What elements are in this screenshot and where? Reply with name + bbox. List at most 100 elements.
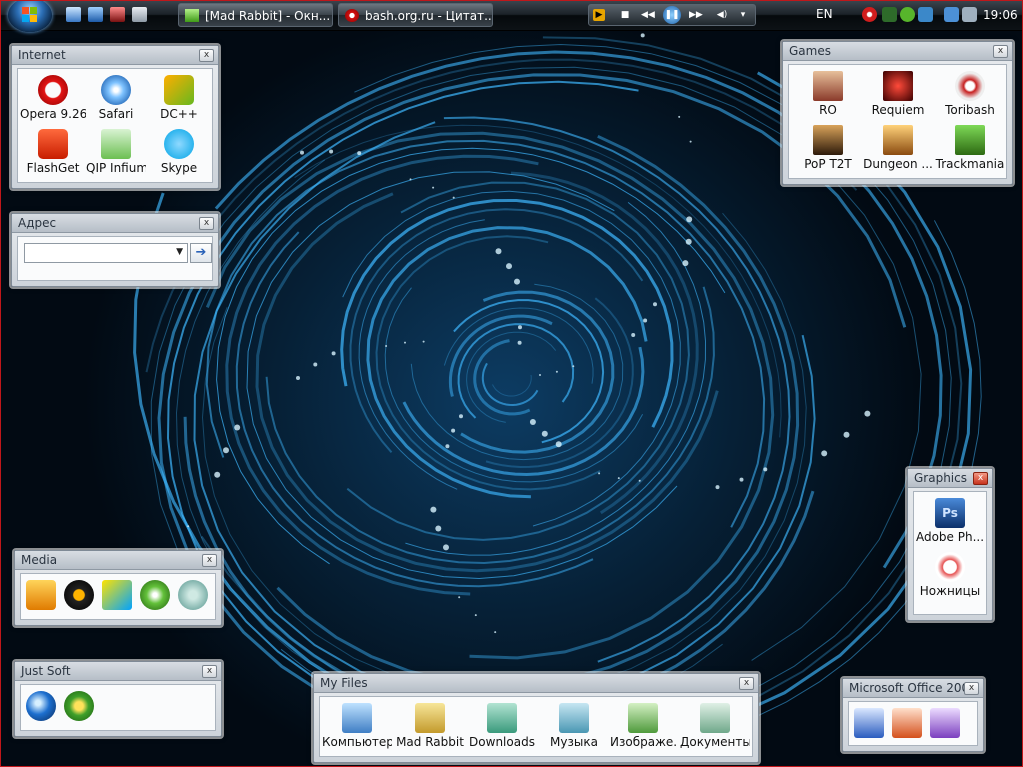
launcher-toribash[interactable]: Toribash [933,71,1007,117]
address-input[interactable]: ▼ [24,243,188,263]
launcher-qip[interactable]: QIP Infium [86,129,146,175]
dock-content [20,573,216,620]
dock-title[interactable]: My Files [314,674,758,693]
recycle-bin-icon[interactable] [132,7,147,22]
launcher-trackmania[interactable]: Trackmania [933,125,1007,171]
launcher-computer[interactable]: Компьютер [322,703,392,749]
close-button[interactable]: x [199,217,214,230]
launcher-dcpp[interactable]: DC++ [148,75,210,121]
launcher-requiem[interactable]: Requiem [863,71,933,117]
pause-icon[interactable]: ❚❚ [663,6,681,24]
launcher-dungeon[interactable]: Dungeon ... [863,125,933,171]
dock-just-soft: Just Soft x [14,661,222,737]
dock-title[interactable]: Just Soft [15,662,221,681]
close-button[interactable]: x [202,554,217,567]
dock-title[interactable]: Адрес [12,214,218,233]
swirl-sparkle [517,340,522,345]
music-folder-icon [559,703,589,733]
swirl-sparkle [445,444,450,449]
go-button[interactable]: ➔ [190,243,212,263]
launcher-flashget[interactable]: FlashGet [20,129,86,175]
close-button[interactable]: x [993,45,1008,58]
swirl-stroke [276,134,800,687]
downloads-folder-icon [487,703,517,733]
launcher-pictures[interactable]: Изображе... [610,703,676,749]
dock-title[interactable]: Media [15,551,221,570]
media-center-icon[interactable] [140,580,170,610]
swirl-sparkle [539,374,541,376]
clock[interactable]: 19:06 [983,8,1018,22]
app-tray-icon[interactable] [918,7,933,22]
swirl-sparkle [643,318,648,323]
dock-title[interactable]: Games [783,42,1012,61]
language-indicator[interactable]: EN [816,7,833,21]
dock-address: Адрес x ▼ ➔ [11,213,219,287]
swirl-sparkle [843,431,850,438]
close-button[interactable]: x [199,49,214,62]
floppy-icon[interactable] [110,7,125,22]
dock-title[interactable]: Internet [12,46,218,65]
powerpoint-icon[interactable] [892,708,922,738]
launcher-safari[interactable]: Safari [86,75,146,121]
close-button[interactable]: x [202,665,217,678]
stop-icon[interactable]: ■ [619,9,631,21]
dcpp-icon [164,75,194,105]
close-button[interactable]: x [973,472,988,485]
chevron-down-icon[interactable]: ▾ [737,9,749,21]
dock-media: Media x [14,550,222,626]
chevron-down-icon[interactable]: ▼ [176,247,183,257]
launcher-ro[interactable]: RO [793,71,863,117]
dock-content: Opera 9.26 Safari DC++ FlashGet QIP Infi… [17,68,213,183]
launcher-skype[interactable]: Skype [148,129,210,175]
start-button[interactable] [8,0,52,32]
wmp-icon[interactable] [26,580,56,610]
launcher-photoshop[interactable]: Ps Adobe Ph... [914,498,986,544]
launcher-documents[interactable]: Документы [680,703,750,749]
photoshop-icon: Ps [935,498,965,528]
folder-icon [185,9,199,22]
swirl-sparkle [214,471,221,478]
show-desktop-icon[interactable] [66,7,81,22]
swirl-sparkle [555,370,558,373]
task-label: [Mad Rabbit] - Окн... [205,9,331,23]
swirl-sparkle [715,485,720,490]
next-icon[interactable]: ▶▶ [689,9,703,21]
google-earth-icon[interactable] [26,691,56,721]
close-button[interactable]: x [964,682,979,695]
media-player-toolbar: ▶ ■ ◀◀ ❚❚ ▶▶ ◀) ▾ [588,4,756,26]
close-button[interactable]: x [739,677,754,690]
dock-title[interactable]: Microsoft Office 2007 [843,679,983,698]
launcher-pop[interactable]: PoP T2T [793,125,863,171]
security-alert-icon[interactable] [862,7,877,22]
onenote-icon[interactable] [930,708,960,738]
swirl-sparkle [821,450,828,457]
task-button-bash[interactable]: bash.org.ru - Цитат... [338,3,493,27]
speaker-icon[interactable] [962,7,977,22]
launcher-snipping[interactable]: Ножницы [914,552,986,598]
game-toribash-icon [955,71,985,101]
network-icon[interactable] [944,7,959,22]
swirl-sparkle [435,525,442,532]
previous-icon[interactable]: ◀◀ [641,9,655,21]
swirl-sparkle [541,430,548,437]
launcher-music[interactable]: Музыка [538,703,610,749]
swirl-sparkle [187,525,190,528]
volume-icon[interactable]: ◀) [713,9,731,21]
qip-tray-icon[interactable] [882,7,897,22]
winamp-icon[interactable] [102,580,132,610]
dock-office: Microsoft Office 2007 x [842,678,984,752]
egg-icon[interactable] [178,580,208,610]
aimp-icon[interactable] [64,580,94,610]
task-button-mad-rabbit[interactable]: [Mad Rabbit] - Окн... [178,3,333,27]
launcher-downloads[interactable]: Downloads [466,703,538,749]
word-icon[interactable] [854,708,884,738]
switch-windows-icon[interactable] [88,7,103,22]
chat-tray-icon[interactable] [900,7,915,22]
utorrent-icon[interactable] [64,691,94,721]
launcher-opera[interactable]: Opera 9.26 [20,75,86,121]
swirl-stroke [175,159,723,722]
wmp-icon[interactable]: ▶ [593,9,605,21]
documents-folder-icon [700,703,730,733]
swirl-sparkle [313,362,318,367]
launcher-mad-rabbit[interactable]: Mad Rabbit [394,703,466,749]
